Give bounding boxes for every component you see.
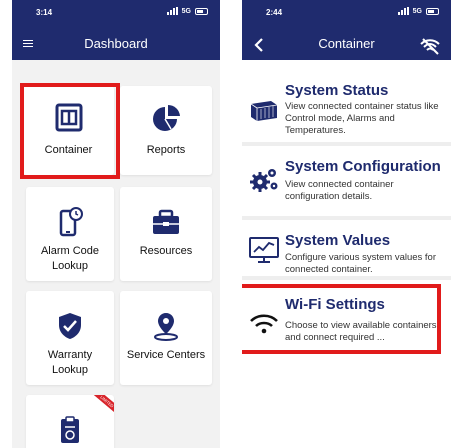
dashboard-header: 3:14 5G Dashboard bbox=[12, 0, 220, 60]
wifi-off-icon[interactable] bbox=[419, 37, 441, 55]
tile-label: Resources bbox=[139, 245, 193, 257]
toolbox-icon bbox=[153, 209, 179, 234]
tile-resources[interactable]: Resources bbox=[120, 187, 212, 281]
clipboard-icon bbox=[61, 416, 79, 443]
monitor-chart-icon bbox=[249, 237, 279, 263]
signal-icon bbox=[397, 7, 409, 15]
dashboard-screen: 3:14 5G Dashboard Container Reports Alar… bbox=[12, 0, 220, 448]
card-description: View connected container configuration d… bbox=[285, 179, 394, 202]
tile-alarm-code-lookup[interactable]: Alarm Code Lookup bbox=[26, 187, 114, 281]
card-system-status[interactable]: System Status View connected container s… bbox=[242, 74, 451, 146]
network-label: 5G bbox=[412, 7, 422, 15]
container-screen: 2:44 5G Container System Status View con… bbox=[242, 0, 451, 448]
battery-icon bbox=[195, 7, 208, 15]
tile-label-line1: Warranty bbox=[47, 349, 93, 361]
card-description: View connected container status like Con… bbox=[285, 101, 439, 136]
phone-clock-icon bbox=[59, 207, 83, 237]
status-time: 3:14 bbox=[36, 8, 53, 17]
tile-warranty-lookup[interactable]: Warranty Lookup bbox=[26, 291, 114, 385]
limited-ribbon: LIMITED bbox=[87, 395, 114, 419]
container-3d-icon bbox=[250, 101, 278, 121]
shield-check-icon bbox=[59, 313, 81, 339]
tile-label: Reports bbox=[146, 144, 186, 156]
container-header: 2:44 5G Container bbox=[242, 0, 451, 60]
battery-icon bbox=[426, 7, 439, 15]
network-label: 5G bbox=[181, 7, 191, 15]
card-description: Configure various system values for conn… bbox=[285, 252, 437, 275]
highlight-wifi-settings bbox=[242, 284, 441, 354]
tile-label-line2: Lookup bbox=[51, 260, 89, 272]
tile-label-line2: Lookup bbox=[51, 364, 89, 376]
card-title: System Configuration bbox=[285, 158, 441, 175]
status-bar: 2:44 5G bbox=[242, 0, 451, 24]
pie-chart-icon bbox=[153, 104, 180, 131]
card-system-configuration[interactable]: System Configuration View connected cont… bbox=[242, 150, 451, 220]
map-pin-icon bbox=[154, 313, 178, 341]
status-time: 2:44 bbox=[266, 8, 283, 17]
tile-label: Service Centers bbox=[126, 349, 206, 361]
page-title: Dashboard bbox=[84, 36, 148, 51]
highlight-container bbox=[20, 83, 120, 179]
card-system-values[interactable]: System Values Configure various system v… bbox=[242, 224, 451, 280]
card-title: System Status bbox=[285, 82, 389, 99]
screenshot-stage: 3:14 5G Dashboard Container Reports Alar… bbox=[0, 0, 463, 448]
tile-reports[interactable]: Reports bbox=[120, 86, 212, 175]
tile-label-line1: Alarm Code bbox=[40, 245, 100, 257]
gears-icon bbox=[250, 169, 278, 192]
tile-clipboard[interactable]: LIMITED bbox=[26, 395, 114, 448]
tile-service-centers[interactable]: Service Centers bbox=[120, 291, 212, 385]
status-bar: 3:14 5G bbox=[12, 0, 220, 24]
signal-icon bbox=[166, 7, 178, 15]
card-title: System Values bbox=[285, 232, 391, 249]
